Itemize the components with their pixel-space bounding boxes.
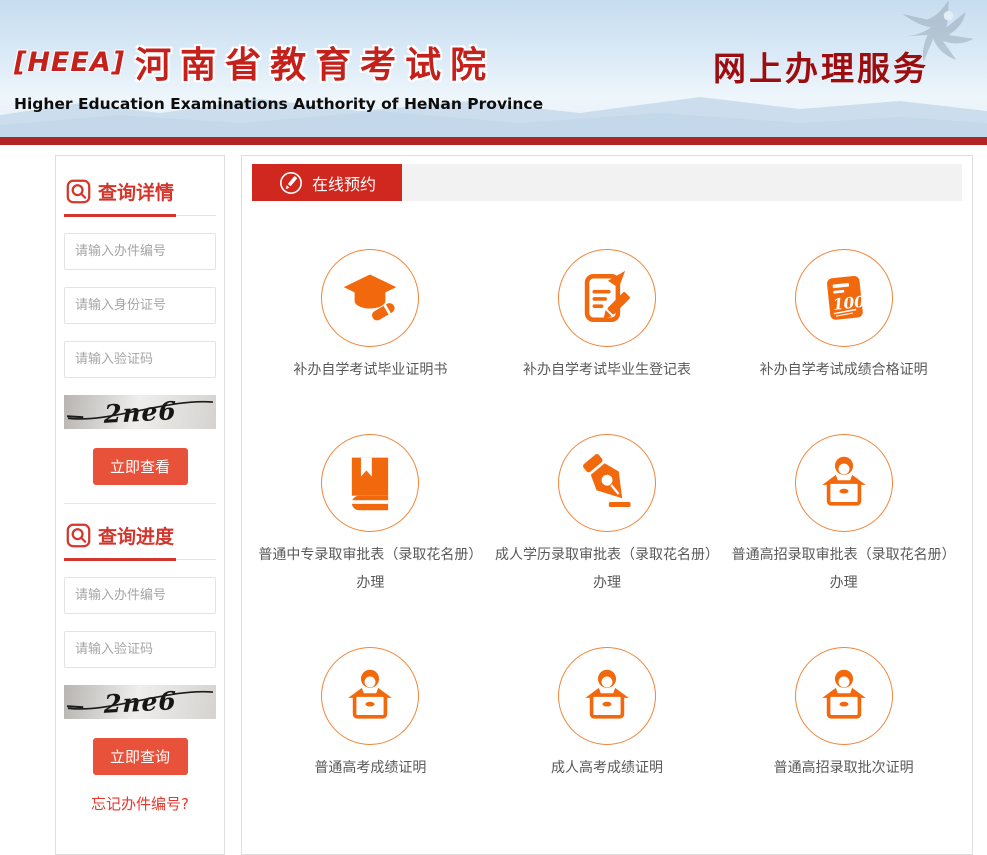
online-reservation-panel: 在线预约 补办自学考试毕业证明书 补办自学考试毕业生登记表 补办自学考试成绩合格… (241, 155, 973, 855)
site-subtitle: Higher Education Examinations Authority … (14, 95, 543, 113)
captcha-input[interactable] (64, 341, 216, 378)
services-grid: 补办自学考试毕业证明书 补办自学考试毕业生登记表 补办自学考试成绩合格证明 普通… (252, 249, 962, 782)
person-laptop-icon (815, 667, 873, 725)
forgot-case-number-link[interactable]: 忘记办件编号? (64, 793, 216, 814)
magnifier-icon (66, 523, 91, 548)
id-number-input[interactable] (64, 287, 216, 324)
tab-bar: 在线预约 (252, 164, 962, 201)
page-title: 网上办理服务 (713, 42, 929, 90)
service-item-diploma-certificate[interactable]: 补办自学考试毕业证明书 (252, 249, 489, 384)
service-item-graduate-registration[interactable]: 补办自学考试毕业生登记表 (489, 249, 726, 384)
score-100-icon (815, 269, 873, 327)
query-progress-header: 查询进度 (64, 520, 216, 558)
service-item-score-pass-certificate[interactable]: 补办自学考试成绩合格证明 (725, 249, 962, 384)
query-sidebar: 查询详情 2ne6 立即查看 查询进度 2ne6 (55, 155, 225, 855)
query-detail-title: 查询详情 (98, 178, 174, 205)
sidebar-divider (64, 503, 216, 504)
captcha-noise-line (64, 685, 216, 719)
magnifier-icon (66, 179, 91, 204)
service-label: 普通高招录取审批表（录取花名册）办理 (731, 542, 957, 597)
query-progress-title: 查询进度 (98, 522, 174, 549)
query-detail-header: 查询详情 (64, 176, 216, 214)
brand-block: [HEEA] 河南省教育考试院 Higher Education Examina… (14, 36, 543, 113)
service-label: 补办自学考试毕业生登记表 (523, 357, 691, 384)
section-underline (64, 214, 216, 217)
service-label: 补办自学考试毕业证明书 (293, 357, 447, 384)
site-header: [HEEA] 河南省教育考试院 Higher Education Examina… (0, 0, 987, 137)
section-underline (64, 558, 216, 561)
pen-nib-icon (578, 454, 636, 512)
tab-online-reservation[interactable]: 在线预约 (252, 164, 402, 201)
person-laptop-icon (341, 667, 399, 725)
service-label: 普通高考成绩证明 (314, 755, 426, 782)
service-item-adult-admission-form[interactable]: 成人学历录取审批表（录取花名册）办理 (489, 434, 726, 597)
progress-captcha-input[interactable] (64, 631, 216, 668)
pencil-circle-icon (278, 170, 304, 196)
captcha-image[interactable]: 2ne6 (64, 685, 216, 719)
service-label: 成人学历录取审批表（录取花名册）办理 (494, 542, 720, 597)
captcha-image[interactable]: 2ne6 (64, 395, 216, 429)
service-item-adult-exam-score-certificate[interactable]: 成人高考成绩证明 (489, 647, 726, 782)
graduation-cap-icon (341, 269, 399, 327)
service-item-gaokao-admission-form[interactable]: 普通高招录取审批表（录取花名册）办理 (725, 434, 962, 597)
site-title: 河南省教育考试院 (135, 36, 495, 88)
header-divider-bar (0, 137, 987, 145)
service-item-gaokao-score-certificate[interactable]: 普通高考成绩证明 (252, 647, 489, 782)
progress-case-number-input[interactable] (64, 577, 216, 614)
case-number-input[interactable] (64, 233, 216, 270)
document-pencil-icon (578, 269, 636, 327)
service-label: 普通高招录取批次证明 (774, 755, 914, 782)
book-icon (341, 454, 399, 512)
heea-logo: [HEEA] (14, 47, 125, 78)
service-label: 成人高考成绩证明 (551, 755, 663, 782)
captcha-noise-line (64, 395, 216, 429)
person-laptop-icon (815, 454, 873, 512)
view-now-button[interactable]: 立即查看 (93, 448, 188, 485)
person-laptop-icon (578, 667, 636, 725)
service-label: 补办自学考试成绩合格证明 (760, 357, 928, 384)
service-item-admission-batch-certificate[interactable]: 普通高招录取批次证明 (725, 647, 962, 782)
tab-label: 在线预约 (312, 171, 376, 195)
service-item-secondary-admission-form[interactable]: 普通中专录取审批表（录取花名册）办理 (252, 434, 489, 597)
service-label: 普通中专录取审批表（录取花名册）办理 (257, 542, 483, 597)
query-now-button[interactable]: 立即查询 (93, 738, 188, 775)
